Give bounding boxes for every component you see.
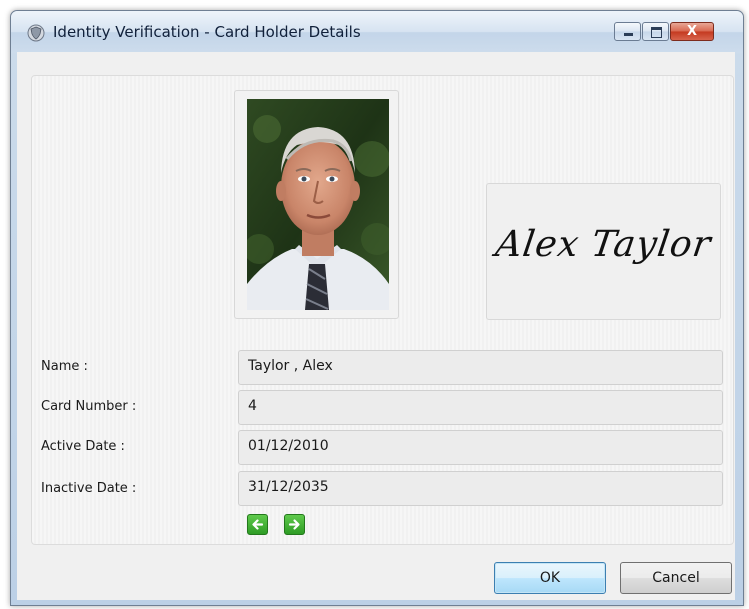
- name-label: Name :: [41, 359, 88, 374]
- previous-record-button[interactable]: [247, 514, 268, 535]
- minimize-icon: [624, 33, 633, 36]
- photo-frame: [234, 90, 399, 319]
- maximize-icon: [651, 27, 662, 38]
- arrow-left-icon: [252, 519, 264, 530]
- active-date-label: Active Date :: [41, 439, 125, 454]
- close-button[interactable]: X: [670, 22, 714, 41]
- title-bar[interactable]: Identity Verification - Card Holder Deta…: [11, 11, 743, 53]
- card-holder-signature: Alex Taylor: [493, 224, 714, 265]
- arrow-right-icon: [288, 519, 300, 530]
- close-icon: X: [686, 24, 698, 39]
- minimize-button[interactable]: [614, 22, 641, 41]
- next-record-button[interactable]: [284, 514, 305, 535]
- signature-frame: Alex Taylor: [486, 183, 721, 320]
- ok-button[interactable]: OK: [494, 562, 606, 594]
- inactive-date-label: Inactive Date :: [41, 481, 137, 496]
- card-holder-photo: [247, 99, 389, 310]
- app-shield-icon: [27, 24, 45, 42]
- active-date-field: 01/12/2010: [238, 430, 723, 465]
- card-number-field: 4: [238, 390, 723, 425]
- window-title: Identity Verification - Card Holder Deta…: [53, 23, 361, 41]
- inactive-date-field: 31/12/2035: [238, 471, 723, 506]
- name-field: Taylor , Alex: [238, 350, 723, 385]
- cancel-button[interactable]: Cancel: [620, 562, 732, 594]
- card-number-label: Card Number :: [41, 399, 137, 414]
- maximize-button[interactable]: [642, 22, 669, 41]
